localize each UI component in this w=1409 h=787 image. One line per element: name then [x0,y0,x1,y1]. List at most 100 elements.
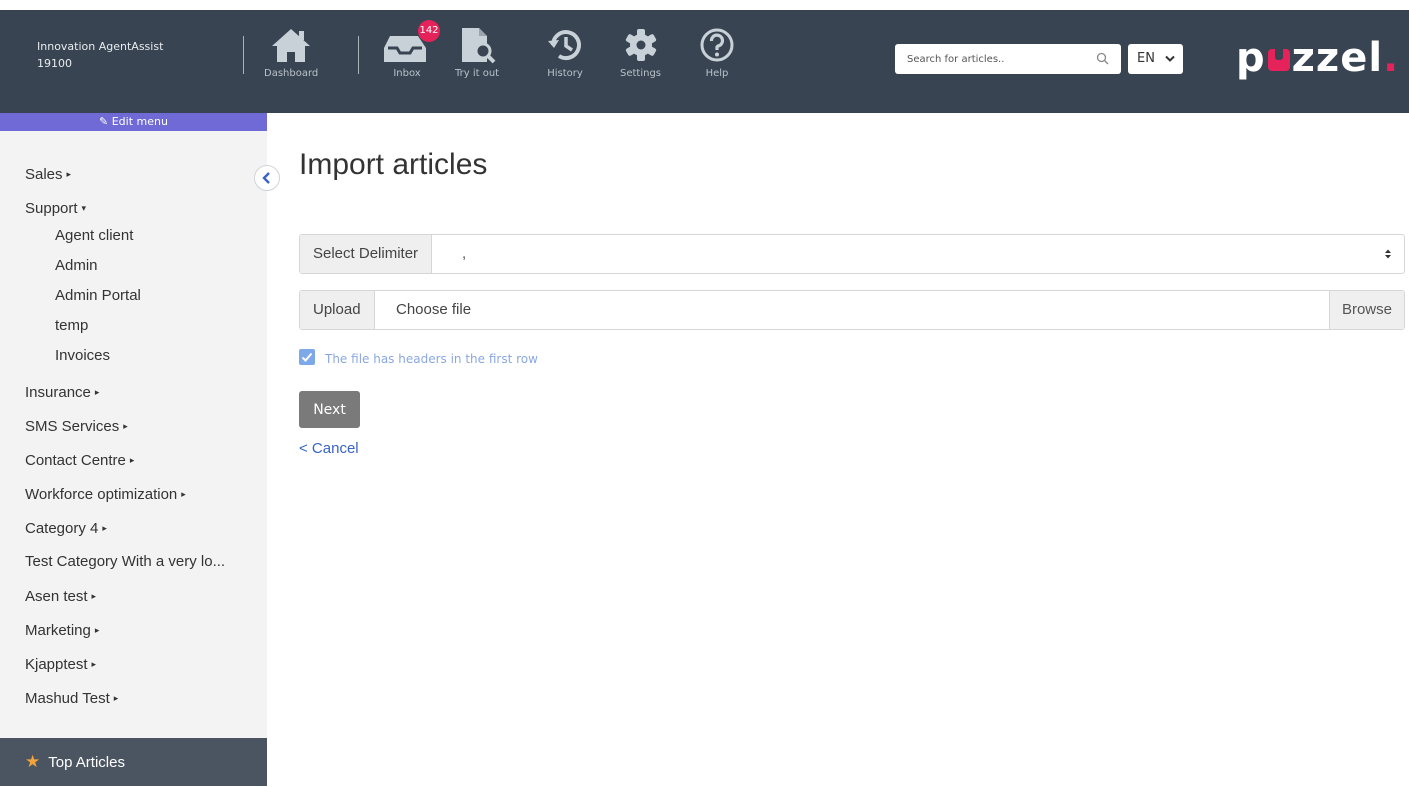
category-menu: Sales ▸ Support ▾ Agent client Admin Admin… [25,157,225,715]
sidebar-item-label: SMS Services [25,418,120,435]
sidebar-item-label: Contact Centre [25,452,126,469]
sidebar-subitem-label: Agent client [55,227,134,244]
help-icon [700,28,734,62]
sidebar-item-sales[interactable]: Sales ▸ [25,157,225,191]
search-icon[interactable] [1096,52,1109,65]
delimiter-label: Select Delimiter [300,235,433,273]
brand-id: 19100 [37,57,72,70]
sidebar-item-marketing[interactable]: Marketing ▸ [25,613,225,647]
language-value: EN [1137,51,1155,66]
delimiter-select[interactable]: Select Delimiter , [299,234,1405,274]
brand-info: Innovation AgentAssist 19100 [37,38,163,72]
sidebar-item-workforce-optimization[interactable]: Workforce optimization ▸ [25,477,225,511]
upload-label: Upload [300,291,375,329]
sidebar-subitem-label: Admin [55,257,98,274]
sidebar-subitem-admin[interactable]: Admin [25,251,225,281]
top-articles-button[interactable]: ★ Top Articles [0,738,267,786]
nav-history[interactable]: History [547,26,583,79]
header-bar: Innovation AgentAssist 19100 Dashboard 1… [0,10,1409,113]
next-button[interactable]: Next [299,391,360,428]
history-icon [548,30,581,60]
sidebar-item-insurance[interactable]: Insurance ▸ [25,375,225,409]
caret-right-icon: ▸ [123,421,128,431]
sidebar-item-category-4[interactable]: Category 4 ▸ [25,511,225,545]
language-select[interactable]: EN [1128,44,1183,74]
divider [243,36,244,74]
sidebar-subitem-label: Invoices [55,347,111,364]
checkmark-icon [301,352,313,362]
sidebar-item-label: Asen test [25,588,88,605]
nav-help[interactable]: Help [699,26,735,79]
edit-menu-button[interactable]: ✎ Edit menu [0,113,267,131]
file-name-value: Choose file [396,301,472,318]
gear-icon [625,29,656,61]
caret-right-icon: ▸ [181,489,186,499]
divider [358,36,359,74]
caret-right-icon: ▸ [129,455,135,465]
sidebar-item-label: Mashud Test [25,690,110,707]
headers-checkbox[interactable] [299,349,315,365]
sidebar-item-test-category[interactable]: Test Category With a very lo... [25,545,225,579]
top-articles-label: Top Articles [48,754,125,771]
inbox-count-badge: 142 [418,20,440,42]
nav-try-it-out[interactable]: Try it out [455,26,499,79]
chevron-left-icon [262,172,270,184]
nav-inbox[interactable]: 142 Inbox [382,20,440,79]
caret-right-icon: ▸ [113,693,119,703]
caret-right-icon: ▸ [94,387,100,397]
caret-right-icon: ▸ [91,659,97,669]
sidebar-item-asen-test[interactable]: Asen test ▸ [25,579,225,613]
nav-inbox-label: Inbox [393,68,421,79]
sidebar-subitem-label: Admin Portal [55,287,141,304]
sidebar-subitem-invoices[interactable]: Invoices [25,341,225,371]
cancel-link[interactable]: < Cancel [299,440,359,457]
top-header: Innovation AgentAssist 19100 Dashboard 1… [0,0,1409,113]
sidebar-item-label: Kjapptest [25,656,88,673]
headers-checkbox-label[interactable]: The file has headers in the first row [325,352,538,366]
caret-right-icon: ▸ [91,591,97,601]
logo-text-left: p [1236,35,1266,81]
sidebar-item-label: Workforce optimization [25,486,178,503]
sidebar-item-label: Category 4 [25,520,99,537]
document-search-icon [462,28,496,64]
logo-text-right: zzel [1291,35,1384,81]
logo-dot: . [1383,35,1400,81]
delimiter-value: , [462,245,467,262]
chevron-down-icon [1165,55,1175,62]
puzzel-logo: p zzel. [1236,36,1399,80]
sidebar-item-support[interactable]: Support ▾ [25,191,225,225]
sidebar-item-sms-services[interactable]: SMS Services ▸ [25,409,225,443]
logo-mark-icon [1267,49,1290,71]
sidebar-item-label: Insurance [25,384,91,401]
home-icon [272,29,311,62]
nav-try-it-out-label: Try it out [455,68,500,79]
sidebar-subitem-agent-client[interactable]: Agent client [25,221,225,251]
nav-history-label: History [547,68,583,79]
sidebar-item-contact-centre[interactable]: Contact Centre ▸ [25,443,225,477]
nav-dashboard-label: Dashboard [264,68,319,79]
search-input[interactable] [907,51,1087,67]
nav-help-label: Help [705,68,729,79]
file-upload-field[interactable]: Upload Choose file Browse [299,290,1405,330]
pencil-icon: ✎ [99,115,109,128]
edit-menu-label: Edit menu [111,115,168,128]
brand-name: Innovation AgentAssist [37,40,164,53]
sidebar-item-label: Sales [25,166,63,183]
sidebar-subitem-temp[interactable]: temp [25,311,225,341]
collapse-sidebar-button[interactable] [254,165,280,191]
sidebar-item-label: Marketing [25,622,91,639]
sidebar-item-mashud-test[interactable]: Mashud Test ▸ [25,681,225,715]
search-box [895,44,1121,74]
nav-settings[interactable]: Settings [620,26,661,79]
caret-right-icon: ▸ [66,169,72,179]
nav-dashboard[interactable]: Dashboard [264,26,318,79]
sidebar-subitem-admin-portal[interactable]: Admin Portal [25,281,225,311]
sidebar-subitem-label: temp [55,317,89,334]
sidebar-item-label: Support [25,200,78,217]
sidebar-item-kjapptest[interactable]: Kjapptest ▸ [25,647,225,681]
page-title: Import articles [299,148,488,181]
sidebar-item-label: Test Category With a very lo... [25,553,226,570]
browse-button[interactable]: Browse [1328,291,1404,329]
caret-right-icon: ▸ [94,625,100,635]
select-arrows-icon [1385,249,1391,259]
